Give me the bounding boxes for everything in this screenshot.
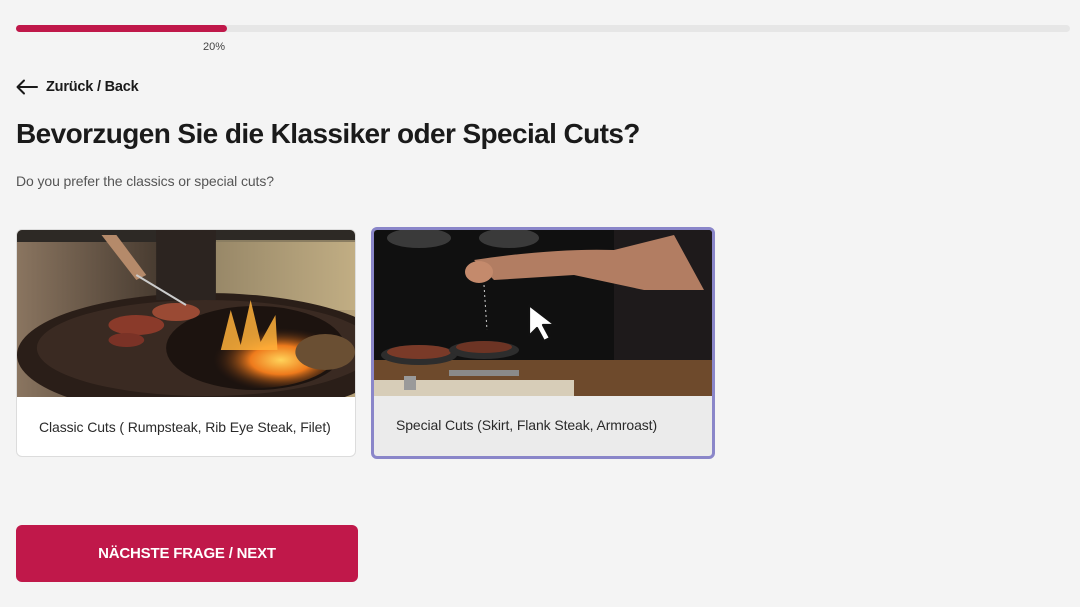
back-link[interactable]: Zurück / Back (16, 76, 139, 98)
arrow-left-icon (16, 79, 38, 95)
question-subtitle: Do you prefer the classics or special cu… (16, 173, 274, 189)
special-cuts-photo (374, 230, 712, 396)
option-label-special-cuts: Special Cuts (Skirt, Flank Steak, Armroa… (396, 417, 658, 433)
progress-percent-label: 20% (203, 41, 226, 53)
classic-cuts-photo (17, 230, 355, 397)
progress-bar (16, 25, 1070, 32)
progress-bar-fill (16, 25, 227, 32)
next-question-button[interactable]: NÄCHSTE FRAGE / NEXT (16, 525, 358, 582)
option-card-classic-cuts[interactable]: Classic Cuts ( Rumpsteak, Rib Eye Steak,… (16, 229, 356, 457)
back-link-label: Zurück / Back (46, 79, 139, 95)
question-title: Bevorzugen Sie die Klassiker oder Specia… (16, 118, 640, 149)
option-label-classic-cuts: Classic Cuts ( Rumpsteak, Rib Eye Steak,… (39, 419, 331, 435)
quiz-page: 20% Zurück / Back Bevorzugen Sie die Kla… (0, 0, 1080, 607)
option-card-special-cuts[interactable]: Special Cuts (Skirt, Flank Steak, Armroa… (371, 227, 715, 459)
